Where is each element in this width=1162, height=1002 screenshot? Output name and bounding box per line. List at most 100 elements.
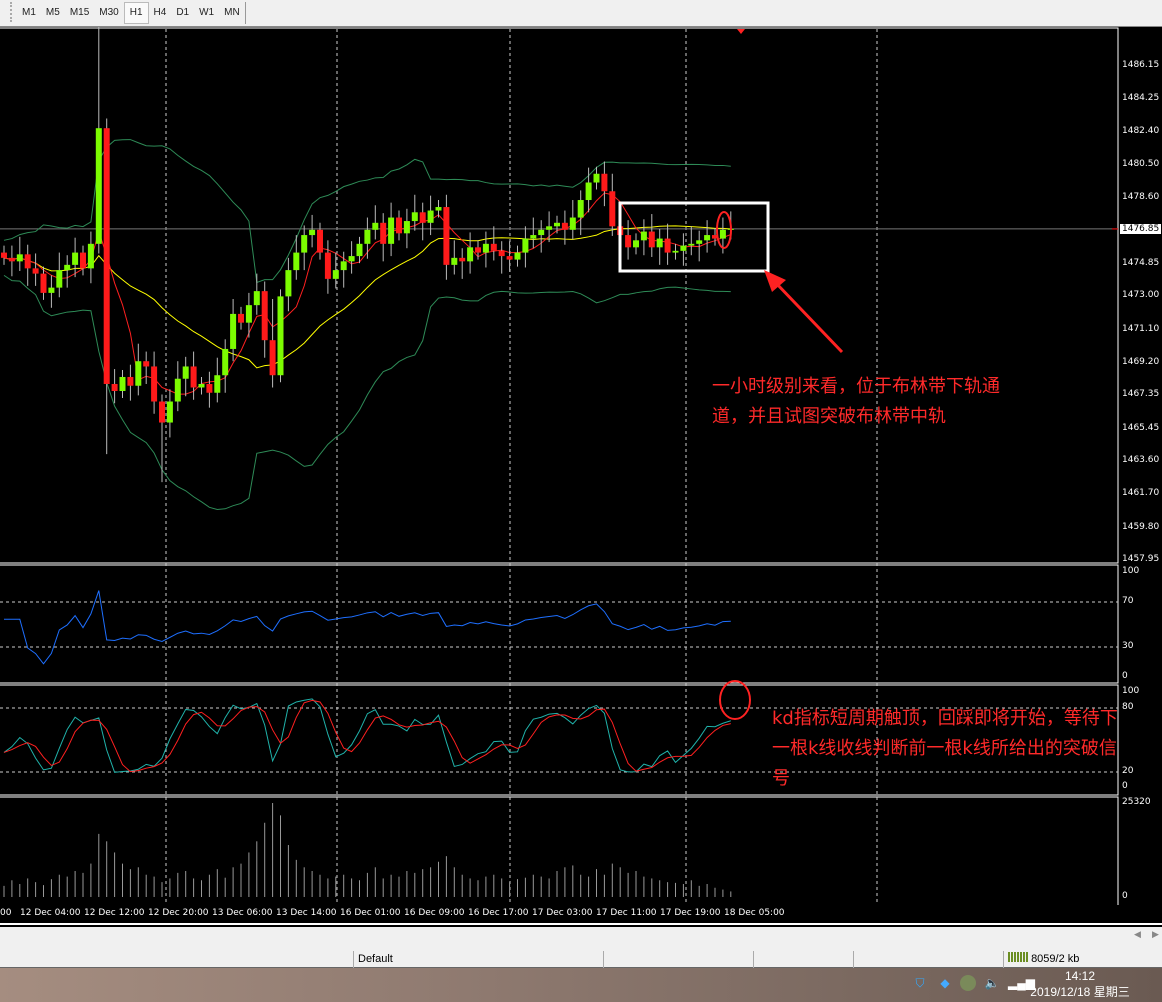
clock-date: 2019/12/18 星期三 bbox=[1030, 985, 1130, 999]
candle-body bbox=[317, 229, 323, 253]
candle-body bbox=[640, 231, 647, 241]
price-tick-label: 1461.70 bbox=[1122, 488, 1160, 499]
candle-body bbox=[475, 247, 481, 253]
candle-body bbox=[459, 257, 466, 262]
status-section bbox=[853, 951, 1003, 968]
speaker-muted-icon[interactable]: 🔈 bbox=[984, 975, 1000, 991]
candle-body bbox=[340, 261, 347, 271]
app-avatar-icon[interactable] bbox=[960, 975, 976, 991]
rsi-tick-label: 0 bbox=[1122, 671, 1128, 681]
candle-body bbox=[427, 210, 434, 223]
time-tick-label: 16 Dec 09:00 bbox=[404, 908, 465, 918]
candle-body bbox=[277, 296, 284, 376]
candle-body bbox=[664, 238, 671, 253]
candle-body bbox=[364, 229, 371, 244]
time-tick-label: 18 Dec 05:00 bbox=[724, 908, 785, 918]
candle-body bbox=[506, 256, 513, 260]
candle-body bbox=[546, 226, 553, 230]
stoch-tick-label: 80 bbox=[1122, 702, 1134, 712]
candle-body bbox=[269, 340, 276, 376]
time-tick-label: 13 Dec 14:00 bbox=[276, 908, 337, 918]
price-tick-label: 1482.40 bbox=[1122, 125, 1160, 136]
stoch-d-line bbox=[3, 699, 731, 773]
network-signal-icon[interactable]: ▂▄▆ bbox=[1008, 975, 1035, 991]
candle-body bbox=[143, 361, 150, 367]
candle-body bbox=[182, 366, 189, 379]
timeframe-m5[interactable]: M5 bbox=[41, 2, 65, 24]
bollinger-upper-line bbox=[3, 139, 731, 284]
candle-body bbox=[214, 375, 221, 393]
candle-body bbox=[530, 235, 537, 239]
candle-body bbox=[490, 243, 497, 251]
candle-body bbox=[245, 305, 252, 323]
candle-body bbox=[609, 191, 616, 227]
main-panel-frame bbox=[0, 27, 1119, 564]
candle-body bbox=[514, 252, 521, 260]
scroll-left-icon[interactable]: ◀ bbox=[1134, 929, 1141, 940]
candle-body bbox=[309, 229, 316, 236]
layers-icon[interactable]: ◆ bbox=[937, 975, 953, 991]
candle-body bbox=[348, 256, 355, 262]
timeframe-m15[interactable]: M15 bbox=[65, 2, 94, 24]
timeframe-m30[interactable]: M30 bbox=[94, 2, 123, 24]
candle-body bbox=[561, 222, 568, 230]
candle-body bbox=[222, 348, 229, 376]
candle-body bbox=[419, 212, 426, 223]
status-section bbox=[753, 951, 853, 968]
timeframe-d1[interactable]: D1 bbox=[171, 2, 194, 24]
candle-body bbox=[253, 291, 260, 306]
time-tick-label: 16 Dec 01:00 bbox=[340, 908, 401, 918]
timeframe-m1[interactable]: M1 bbox=[17, 2, 41, 24]
price-tick-label: 1459.80 bbox=[1122, 521, 1160, 532]
candle-body bbox=[103, 128, 110, 384]
candle-body bbox=[411, 212, 418, 222]
price-tick-label: 1469.20 bbox=[1122, 356, 1160, 367]
shield-icon[interactable]: ⛉ bbox=[912, 975, 928, 991]
candle-body bbox=[230, 313, 237, 349]
candle-body bbox=[719, 229, 726, 239]
price-tick-label: 1480.50 bbox=[1122, 158, 1160, 169]
toolbar-grip[interactable] bbox=[10, 2, 13, 22]
candle-body bbox=[174, 378, 181, 402]
time-tick-label: 17 Dec 03:00 bbox=[532, 908, 593, 918]
candle-body bbox=[388, 217, 395, 244]
candle-body bbox=[435, 207, 442, 211]
candle-body bbox=[48, 287, 55, 293]
candle-body bbox=[119, 376, 126, 391]
candle-body bbox=[64, 264, 71, 271]
candle-body bbox=[569, 217, 576, 230]
bollinger-lower-line bbox=[3, 274, 731, 511]
candle-body bbox=[72, 252, 79, 265]
time-tick-label: 12 Dec 04:00 bbox=[20, 908, 81, 918]
horizontal-scrollbar[interactable]: ◀ ▶ bbox=[0, 927, 1162, 945]
connection-bars-icon bbox=[1008, 952, 1028, 962]
clock[interactable]: 14:12 2019/12/18 星期三 bbox=[1030, 968, 1130, 1000]
price-tick-label: 1478.60 bbox=[1122, 192, 1160, 203]
status-profile: Default bbox=[353, 951, 603, 968]
candle-body bbox=[127, 376, 134, 386]
time-tick-label: 13 Dec 06:00 bbox=[212, 908, 273, 918]
timeframe-mn[interactable]: MN bbox=[219, 2, 245, 24]
price-tick-label: 1471.10 bbox=[1122, 323, 1160, 334]
candle-body bbox=[482, 243, 489, 253]
candle-body bbox=[32, 268, 39, 274]
scroll-right-icon[interactable]: ▶ bbox=[1152, 929, 1159, 940]
candle-body bbox=[498, 250, 505, 257]
timeframe-group: M1 M5 M15 M30 H1 H4 D1 W1 MN bbox=[4, 2, 246, 24]
timeframe-h4[interactable]: H4 bbox=[149, 2, 172, 24]
candle-body bbox=[601, 173, 608, 192]
candle-body bbox=[301, 235, 308, 253]
rsi-tick-label: 70 bbox=[1122, 596, 1134, 606]
candle-body bbox=[80, 252, 86, 269]
clock-time: 14:12 bbox=[1064, 969, 1096, 983]
candle-body bbox=[166, 401, 173, 423]
candle-body bbox=[443, 207, 450, 265]
timeframe-w1[interactable]: W1 bbox=[194, 2, 219, 24]
time-tick-label: 12 Dec 12:00 bbox=[84, 908, 145, 918]
candle-body bbox=[8, 257, 15, 262]
candle-body bbox=[538, 229, 545, 236]
volume-panel-frame bbox=[0, 796, 1119, 907]
candle-body bbox=[372, 222, 379, 230]
rsi-panel-frame bbox=[0, 564, 1119, 684]
timeframe-h1[interactable]: H1 bbox=[123, 2, 149, 24]
